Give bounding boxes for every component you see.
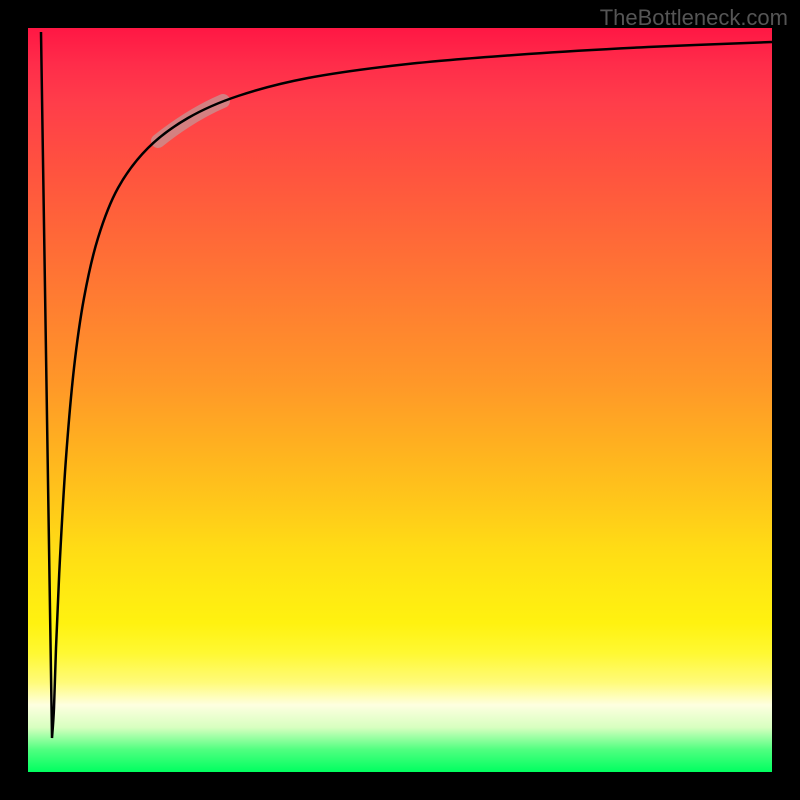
- watermark-text: TheBottleneck.com: [600, 5, 788, 31]
- chart-plot-area: [28, 28, 772, 772]
- curve-highlight-segment: [158, 101, 223, 141]
- bottleneck-curve: [41, 32, 772, 738]
- chart-svg: [28, 28, 772, 772]
